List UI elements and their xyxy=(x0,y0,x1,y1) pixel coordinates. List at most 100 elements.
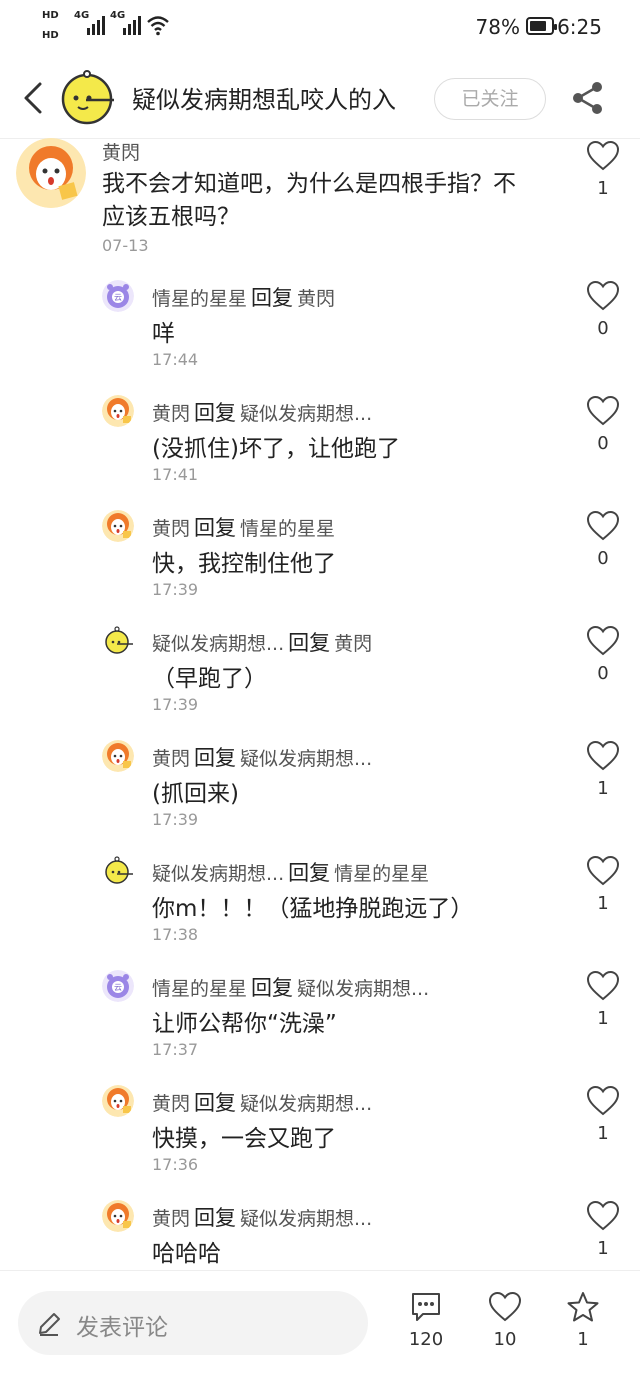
comments-button[interactable]: 120 xyxy=(401,1291,451,1350)
reply-item[interactable]: 黄閃 回复 疑似发病期想... 快摸，一会又跑了 17:36 1 xyxy=(0,1085,640,1200)
reply-author[interactable]: 黄閃 xyxy=(152,1208,190,1230)
like-button[interactable]: 0 xyxy=(585,625,621,684)
like-count: 1 xyxy=(597,893,609,914)
bottom-bar: 发表评论 120 10 1 xyxy=(0,1270,640,1388)
battery-percentage: 78% xyxy=(475,15,520,39)
heart-icon xyxy=(488,1291,522,1322)
comment-input[interactable]: 发表评论 xyxy=(18,1291,368,1355)
avatar[interactable] xyxy=(16,138,86,208)
reply-header: 疑似发病期想... 回复 情星的星星 xyxy=(152,857,429,887)
reply-target[interactable]: 疑似发病期想... xyxy=(240,1208,372,1230)
like-count: 0 xyxy=(597,433,609,454)
reply-target[interactable]: 疑似发病期想... xyxy=(297,978,429,1000)
post-like-button[interactable]: 10 xyxy=(480,1291,530,1350)
like-button[interactable]: 0 xyxy=(585,395,621,454)
reply-time: 17:36 xyxy=(152,1155,199,1174)
reply-header: 情星的星星 回复 疑似发病期想... xyxy=(152,972,429,1002)
reply-time: 17:44 xyxy=(152,350,199,369)
reply-author[interactable]: 黄閃 xyxy=(152,1093,190,1115)
reply-target[interactable]: 黄閃 xyxy=(334,633,372,655)
reply-item[interactable]: 疑似发病期想... 回复 情星的星星 你m！！！（猛地挣脱跑远了） 17:38 1 xyxy=(0,855,640,970)
heart-icon xyxy=(586,280,620,311)
author-avatar[interactable] xyxy=(58,70,116,128)
like-count: 1 xyxy=(597,1123,609,1144)
avatar[interactable] xyxy=(102,740,134,772)
reply-text: （早跑了） xyxy=(152,666,267,692)
avatar[interactable] xyxy=(102,625,134,657)
reply-header: 黄閃 回复 疑似发病期想... xyxy=(152,742,372,772)
reply-item[interactable]: 黄閃 回复 情星的星星快，我控制住他了 17:39 0 xyxy=(0,510,640,625)
reply-item[interactable]: 黄閃 回复 疑似发病期想... (抓回来) 17:39 1 xyxy=(0,740,640,855)
reply-item[interactable]: 云 情星的星星 回复 疑似发病期想... 让师公帮你“洗澡” 17:37 1 xyxy=(0,970,640,1085)
like-button[interactable]: 1 xyxy=(585,740,621,799)
reply-text: 咩 xyxy=(152,321,175,347)
reply-time: 17:39 xyxy=(152,580,199,599)
heart-icon xyxy=(586,395,620,426)
favorite-count: 1 xyxy=(577,1329,589,1350)
signal2-icon xyxy=(123,16,141,35)
reply-item[interactable]: 云 情星的星星 回复 黄閃咩 17:44 0 xyxy=(0,280,640,395)
heart-icon xyxy=(586,740,620,771)
reply-header: 黄閃 回复 情星的星星 xyxy=(152,512,335,542)
svg-text:云: 云 xyxy=(114,983,122,992)
like-count: 0 xyxy=(597,548,609,569)
clock: 6:25 xyxy=(557,15,602,39)
reply-text: 让师公帮你“洗澡” xyxy=(152,1011,337,1037)
hd2-indicator: HD xyxy=(42,30,59,41)
reply-target[interactable]: 黄閃 xyxy=(297,288,335,310)
reply-author[interactable]: 疑似发病期想... xyxy=(152,633,284,655)
reply-author[interactable]: 黄閃 xyxy=(152,518,190,540)
like-button[interactable]: 1 xyxy=(585,1200,621,1259)
favorite-button[interactable]: 1 xyxy=(558,1291,608,1350)
avatar[interactable] xyxy=(102,1085,134,1117)
follow-button[interactable]: 已关注 xyxy=(434,78,546,120)
reply-author[interactable]: 情星的星星 xyxy=(152,978,247,1000)
avatar[interactable] xyxy=(102,855,134,887)
avatar[interactable] xyxy=(102,1200,134,1232)
reply-author[interactable]: 疑似发病期想... xyxy=(152,863,284,885)
hd1-indicator: HD xyxy=(42,10,59,21)
reply-header: 黄閃 回复 疑似发病期想... xyxy=(152,1202,372,1232)
post-title: 疑似发病期想乱咬人的入 xyxy=(132,86,396,114)
share-icon[interactable] xyxy=(570,80,606,116)
comment-placeholder: 发表评论 xyxy=(76,1315,168,1341)
like-button[interactable]: 0 xyxy=(585,280,621,339)
svg-text:云: 云 xyxy=(114,293,122,302)
avatar[interactable] xyxy=(102,395,134,427)
reply-target[interactable]: 情星的星星 xyxy=(240,518,335,540)
reply-item[interactable]: 疑似发病期想... 回复 黄閃 （早跑了） 17:39 0 xyxy=(0,625,640,740)
heart-icon xyxy=(586,510,620,541)
reply-target[interactable]: 情星的星星 xyxy=(334,863,429,885)
like-button[interactable]: 1 xyxy=(585,1085,621,1144)
reply-author[interactable]: 情星的星星 xyxy=(152,288,247,310)
status-bar: HD HD 4G 4G 78% 6:25 xyxy=(0,0,640,56)
like-button[interactable]: 0 xyxy=(585,510,621,569)
like-count: 1 xyxy=(597,1008,609,1029)
like-button[interactable]: 1 xyxy=(585,140,621,199)
heart-icon xyxy=(586,970,620,1001)
comment-date: 07-13 xyxy=(102,236,149,255)
reply-time: 17:41 xyxy=(152,465,199,484)
like-button[interactable]: 1 xyxy=(585,970,621,1029)
reply-text: 哈哈哈 xyxy=(152,1241,221,1267)
reply-text: 快，我控制住他了 xyxy=(152,551,336,577)
avatar[interactable]: 云 xyxy=(102,280,134,312)
reply-time: 17:39 xyxy=(152,810,199,829)
reply-target[interactable]: 疑似发病期想... xyxy=(240,1093,372,1115)
reply-target[interactable]: 疑似发病期想... xyxy=(240,748,372,770)
reply-keyword: 回复 xyxy=(194,746,237,770)
avatar[interactable] xyxy=(102,510,134,542)
back-icon[interactable] xyxy=(18,80,50,116)
comment-author[interactable]: 黄閃 xyxy=(102,138,140,165)
like-button[interactable]: 1 xyxy=(585,855,621,914)
reply-keyword: 回复 xyxy=(288,861,331,885)
reply-keyword: 回复 xyxy=(194,401,237,425)
reply-author[interactable]: 黄閃 xyxy=(152,748,190,770)
reply-target[interactable]: 疑似发病期想... xyxy=(240,403,372,425)
reply-item[interactable]: 黄閃 回复 疑似发病期想... (没抓住)坏了，让他跑了 17:41 0 xyxy=(0,395,640,510)
signal1-icon xyxy=(87,16,105,35)
avatar[interactable]: 云 xyxy=(102,970,134,1002)
heart-icon xyxy=(586,140,620,171)
reply-text: (抓回来) xyxy=(152,781,239,807)
reply-author[interactable]: 黄閃 xyxy=(152,403,190,425)
